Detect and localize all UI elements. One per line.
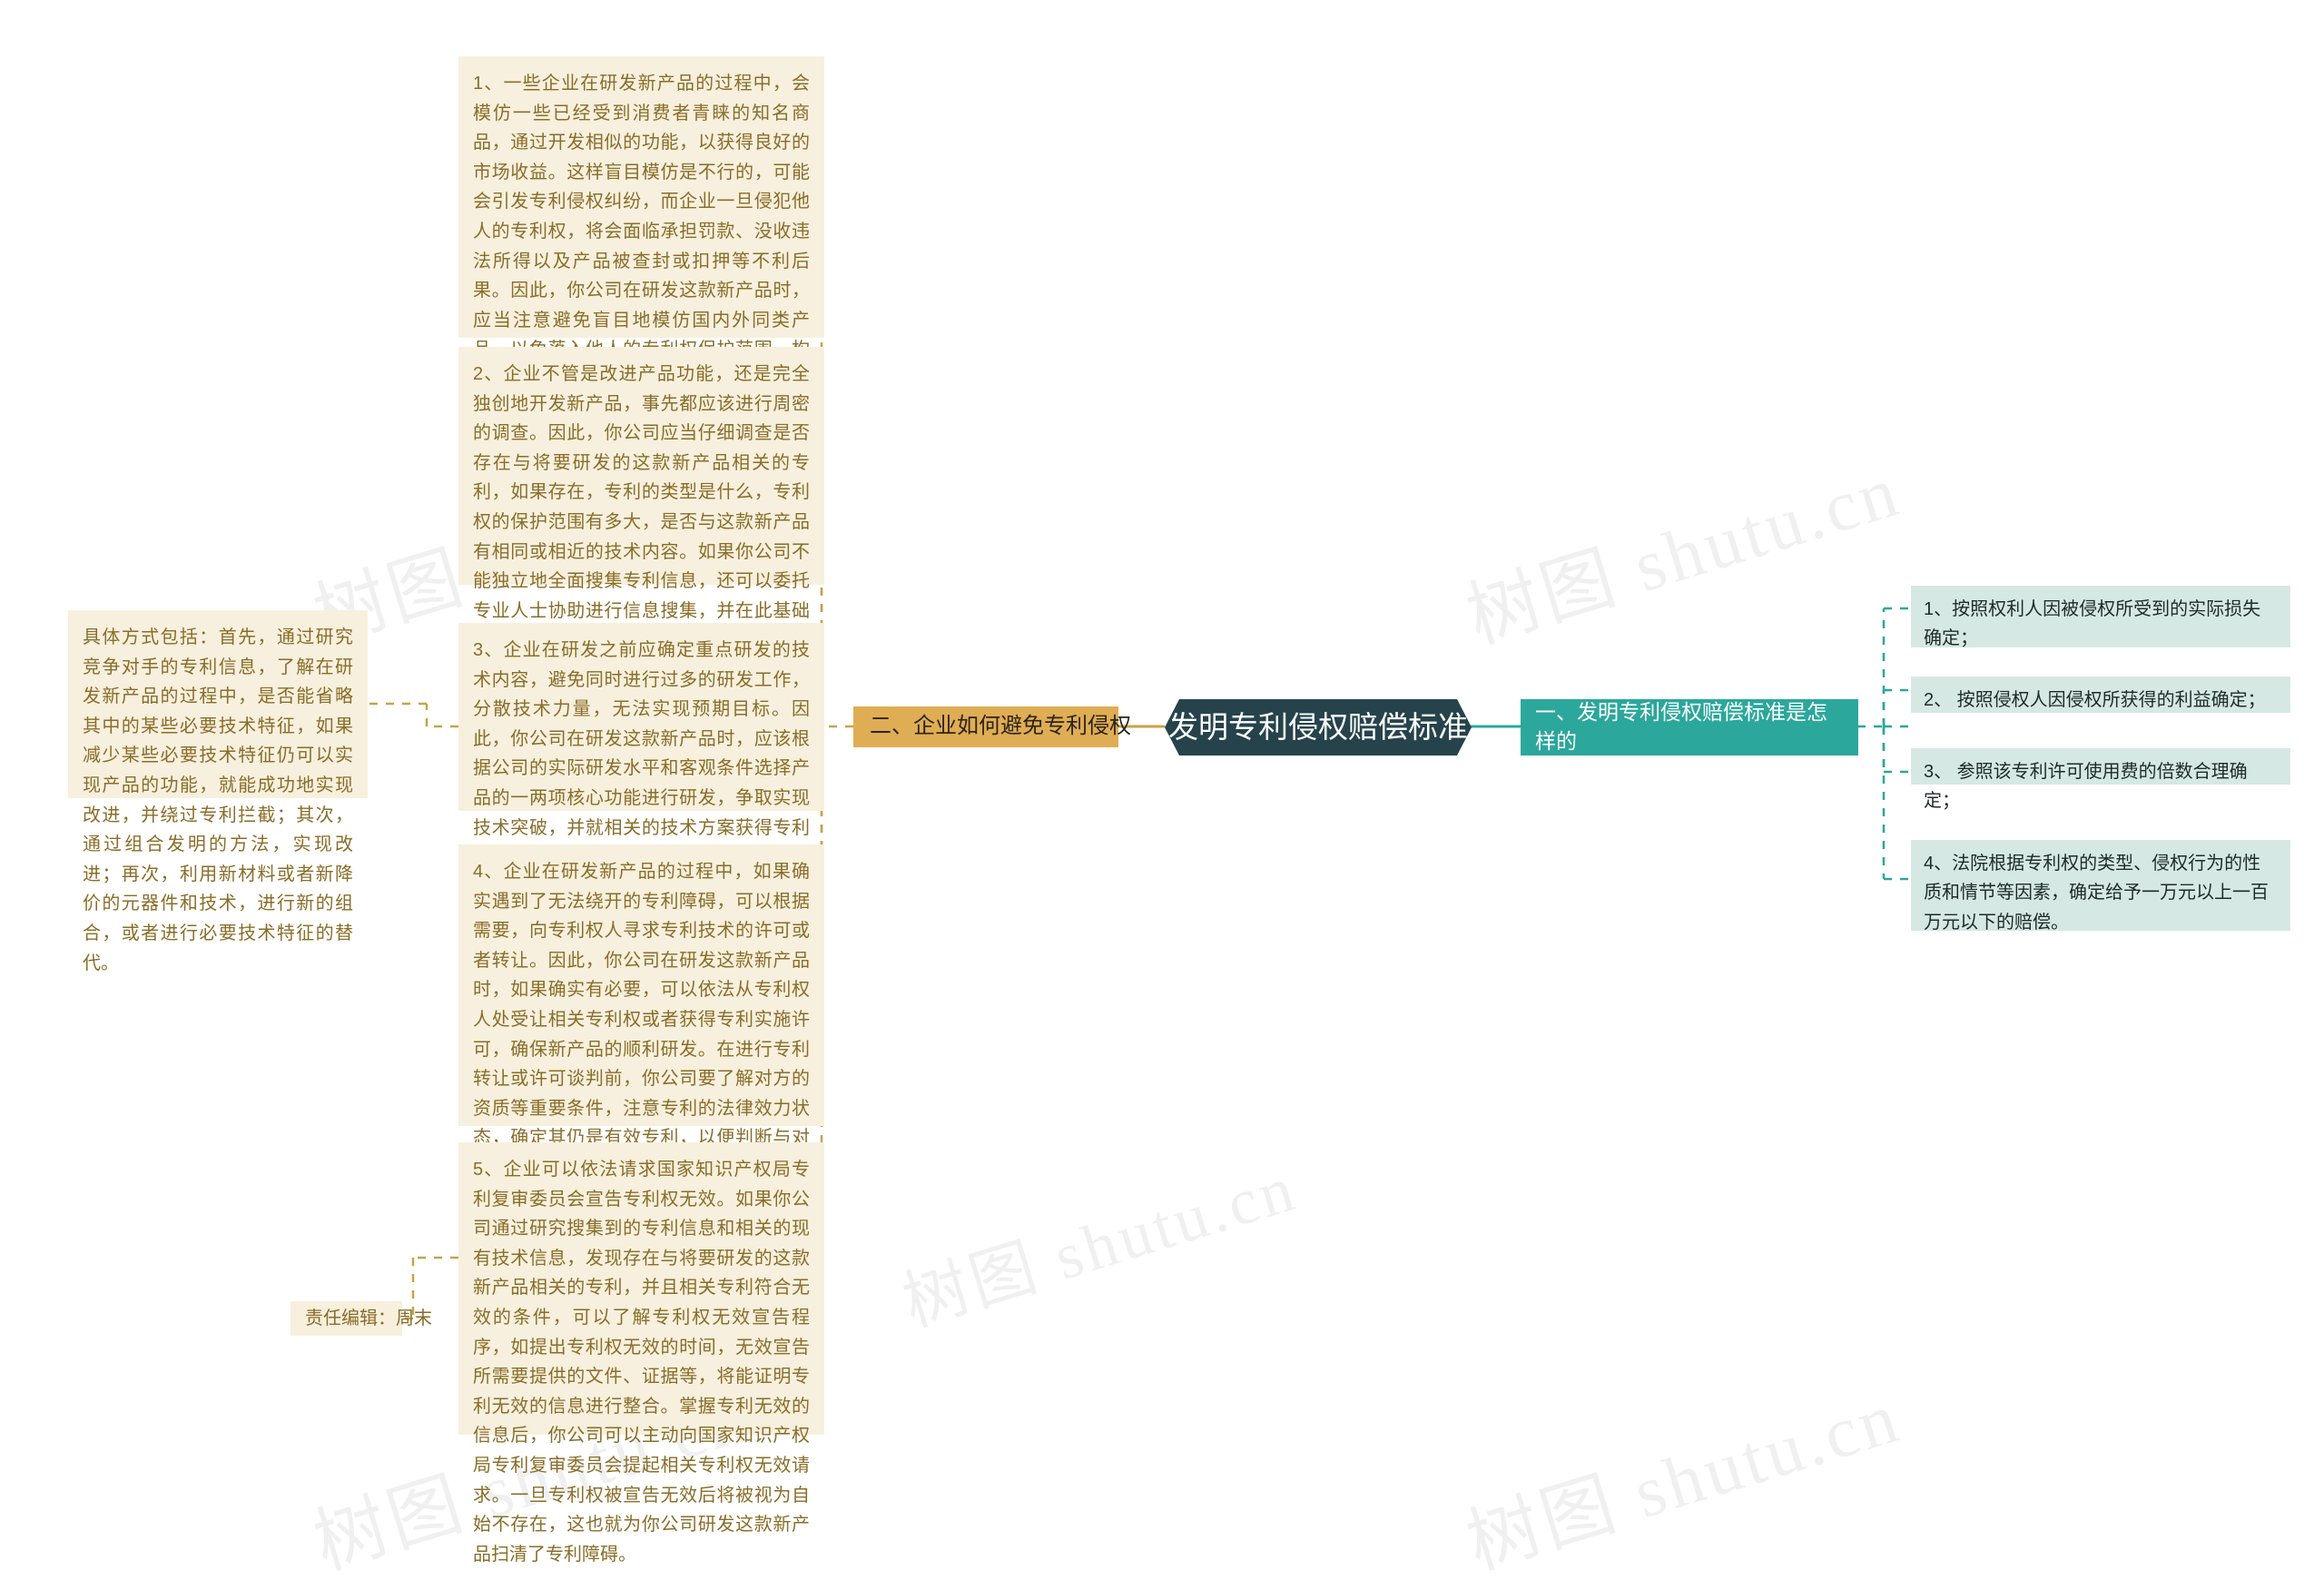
leaf-node-left-4[interactable]: 4、企业在研发新产品的过程中，如果确实遇到了无法绕开的专利障碍，可以根据需要，向…	[458, 844, 824, 1208]
leaf-node-left-detail[interactable]: 具体方式包括：首先，通过研究竞争对手的专利信息，了解在研发新产品的过程中，是否能…	[68, 610, 368, 973]
leaf-node-right-2[interactable]: 2、 按照侵权人因侵权所获得的利益确定；	[1911, 676, 2290, 713]
leaf-node-left-3[interactable]: 3、企业在研发之前应确定重点研发的技术内容，避免同时进行过多的研发工作，分散技术…	[458, 623, 824, 867]
root-node[interactable]: 发明专利侵权赔偿标准	[1165, 699, 1472, 755]
leaf-node-left-2[interactable]: 2、企业不管是改进产品功能，还是完全独创地开发新产品，事先都应该进行周密的调查。…	[458, 347, 824, 680]
watermark-4: 树图 shutu.cn	[1458, 1377, 1910, 1585]
leaf-node-left-5[interactable]: 5、企业可以依法请求国家知识产权局专利复审委员会宣告专利权无效。如果你公司通过研…	[458, 1142, 824, 1565]
leaf-node-right-4[interactable]: 4、法院根据专利权的类型、侵权行为的性质和情节等因素，确定给予一万元以上一百万元…	[1911, 840, 2290, 933]
leaf-node-right-3[interactable]: 3、 参照该专利许可使用费的倍数合理确定；	[1911, 748, 2290, 811]
leaf-node-right-1[interactable]: 1、按照权利人因被侵权所受到的实际损失确定；	[1911, 586, 2290, 648]
branch-node-left[interactable]: 二、企业如何避免专利侵权	[853, 706, 1131, 747]
leaf-node-left-1[interactable]: 1、一些企业在研发新产品的过程中，会模仿一些已经受到消费者青睐的知名商品，通过开…	[458, 56, 824, 390]
watermark-2: 树图 shutu.cn	[1458, 450, 1910, 659]
editor-note[interactable]: 责任编辑：周末	[290, 1301, 432, 1336]
watermark-5: 树图 shutu.cn	[894, 1151, 1305, 1340]
branch-node-right[interactable]: 一、发明专利侵权赔偿标准是怎样的	[1521, 699, 1858, 755]
